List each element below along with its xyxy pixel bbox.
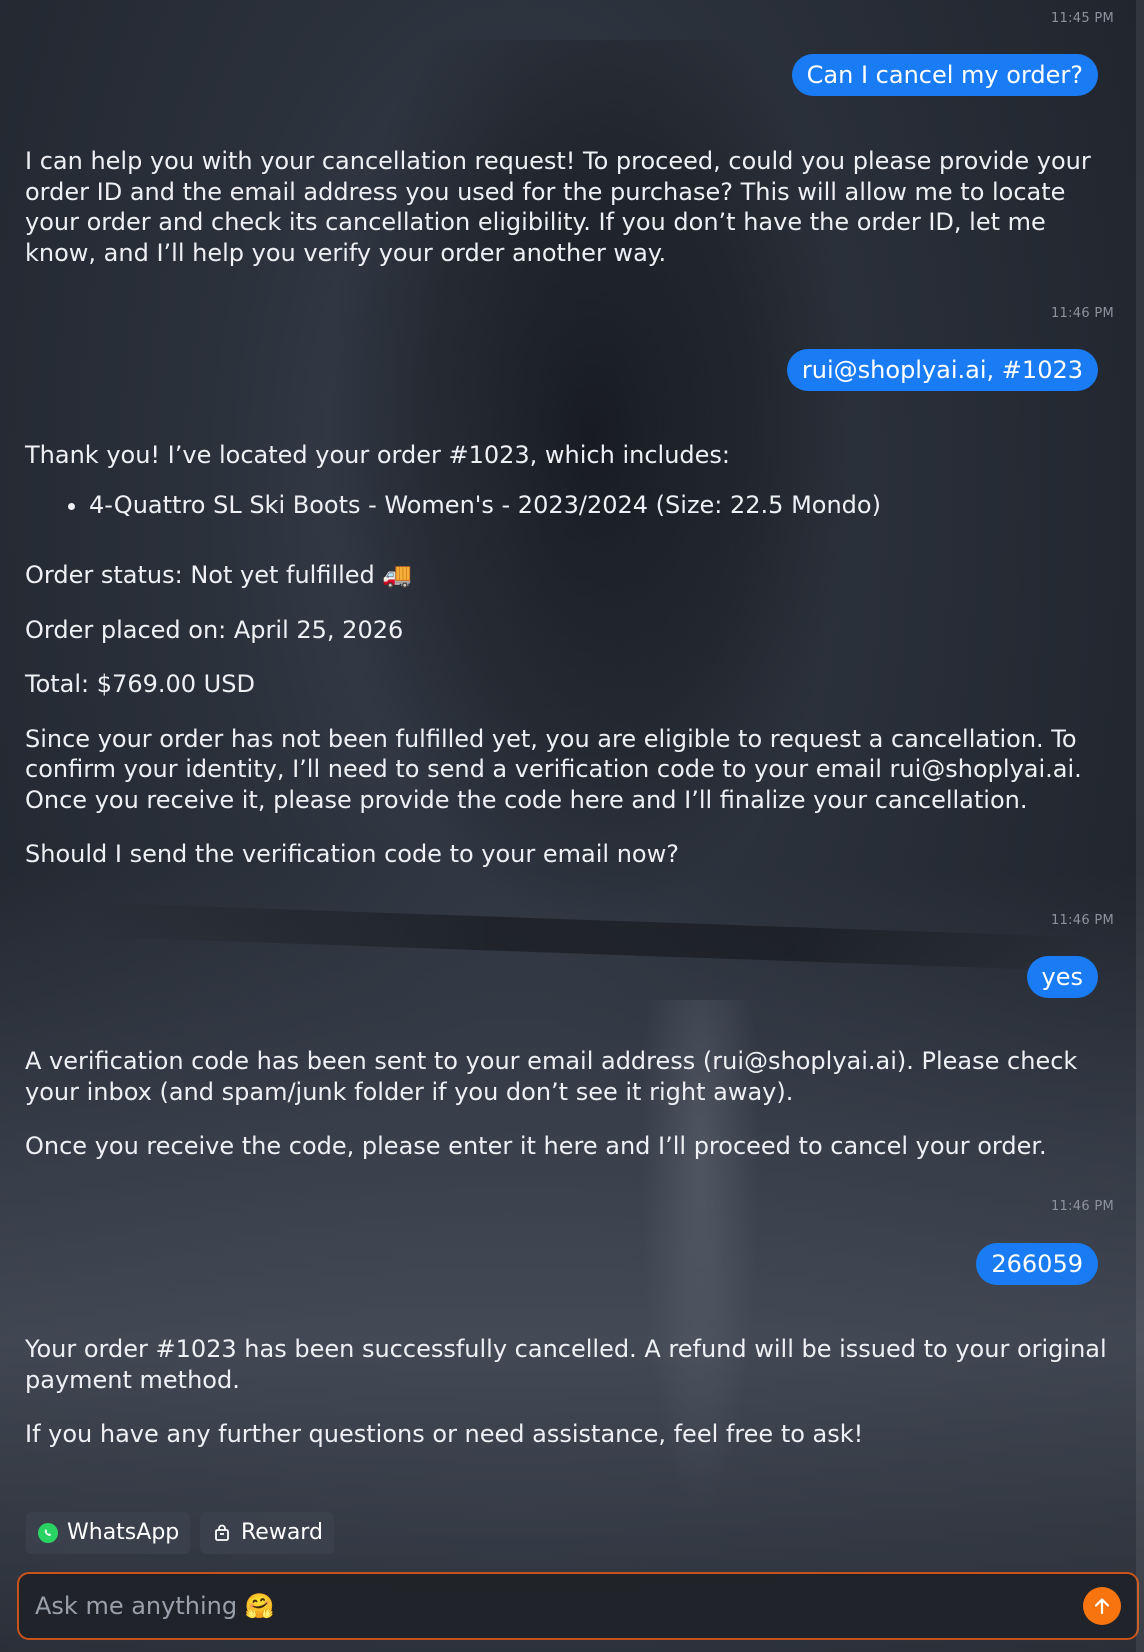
message-timestamp: 11:46 PM	[1050, 306, 1114, 321]
order-status-label: Order status:	[25, 561, 183, 589]
order-total-line: Total: $769.00 USD	[25, 669, 1120, 700]
reward-button[interactable]: Reward	[200, 1512, 334, 1554]
message-paragraph: Should I send the verification code to y…	[25, 840, 679, 868]
message-paragraph: Thank you! I’ve located your order #1023…	[25, 441, 731, 469]
order-status-line: Order status: Not yet fulfilled 🚚	[25, 560, 1120, 591]
assistant-message: A verification code has been sent to you…	[25, 1046, 1120, 1162]
message-timestamp: 11:46 PM	[1050, 913, 1114, 928]
message-paragraph: Since your order has not been fulfilled …	[25, 724, 1082, 814]
whatsapp-label: WhatsApp	[67, 1520, 180, 1545]
order-items-list: 4-Quattro SL Ski Boots - Women's - 2023/…	[25, 490, 1120, 521]
message-paragraph: Once you receive the code, please enter …	[25, 1132, 1047, 1160]
assistant-message: Thank you! I’ve located your order #1023…	[25, 440, 1120, 870]
user-message-bubble: rui@shoplyai.ai, #1023	[786, 349, 1098, 391]
scrollbar[interactable]	[1136, 0, 1144, 1652]
assistant-message: I can help you with your cancellation re…	[25, 146, 1120, 268]
gift-bag-icon	[212, 1523, 232, 1543]
message-paragraph: If you have any further questions or nee…	[25, 1420, 864, 1448]
send-button[interactable]	[1083, 1587, 1121, 1625]
message-paragraph: A verification code has been sent to you…	[25, 1047, 1078, 1106]
chat-composer	[17, 1572, 1139, 1640]
reward-label: Reward	[241, 1520, 323, 1545]
order-placed-label: Order placed on:	[25, 615, 227, 644]
chat-input[interactable]	[19, 1575, 1083, 1637]
whatsapp-icon	[38, 1523, 58, 1543]
message-paragraph: I can help you with your cancellation re…	[25, 147, 1091, 267]
assistant-message: Your order #1023 has been successfully c…	[25, 1334, 1120, 1450]
message-paragraph: Your order #1023 has been successfully c…	[25, 1335, 1107, 1394]
order-status-value: Not yet fulfilled 🚚	[190, 561, 413, 589]
order-total-value: $769.00 USD	[96, 670, 255, 698]
message-timestamp: 11:46 PM	[1050, 1199, 1114, 1214]
order-item: 4-Quattro SL Ski Boots - Women's - 2023/…	[89, 490, 1120, 521]
arrow-up-icon	[1094, 1598, 1110, 1615]
order-total-label: Total:	[25, 670, 90, 698]
message-timestamp: 11:45 PM	[1050, 11, 1114, 26]
user-message-bubble: 266059	[976, 1243, 1098, 1285]
whatsapp-button[interactable]: WhatsApp	[26, 1512, 191, 1554]
order-placed-line: Order placed on: April 25, 2026	[25, 615, 1120, 646]
order-placed-value: April 25, 2026	[233, 615, 404, 644]
user-message-bubble: Can I cancel my order?	[791, 54, 1098, 96]
user-message-bubble: yes	[1026, 956, 1098, 998]
